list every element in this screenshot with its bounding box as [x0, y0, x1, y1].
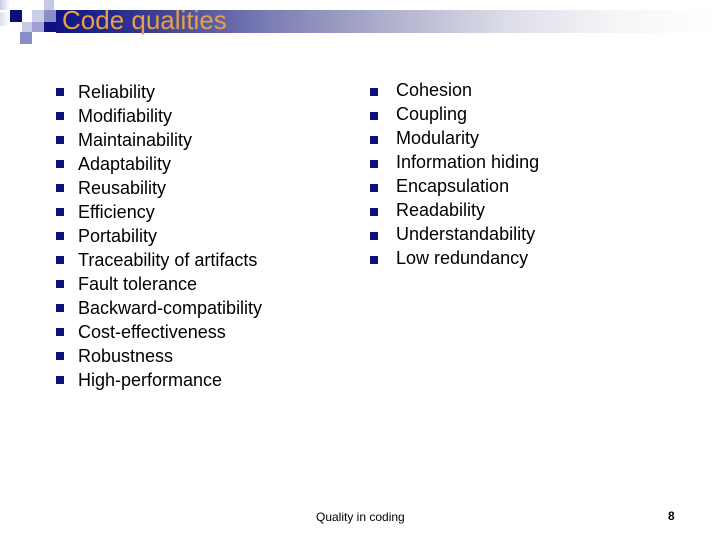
- square-bullet-icon: [370, 136, 378, 144]
- square-bullet-icon: [56, 160, 64, 168]
- list-item-text: High-performance: [78, 370, 223, 390]
- list-item-text: Traceability of artifacts: [78, 250, 258, 270]
- list-item-text: Coupling: [396, 104, 468, 124]
- square-bullet-icon: [56, 208, 64, 216]
- decorative-square: [0, 12, 10, 26]
- list-item-text: Adaptability: [78, 154, 172, 174]
- square-bullet-icon: [56, 184, 64, 192]
- square-bullet-icon: [56, 136, 64, 144]
- decorative-square: [22, 22, 32, 32]
- list-item-text: Portability: [78, 226, 158, 246]
- list-item-text: Cohesion: [396, 80, 473, 100]
- list-item-text: Encapsulation: [396, 176, 510, 196]
- list-item-text: Fault tolerance: [78, 274, 198, 294]
- square-bullet-icon: [370, 208, 378, 216]
- decorative-square: [0, 0, 10, 10]
- decorative-square: [20, 32, 32, 44]
- list-item-text: Readability: [396, 200, 486, 220]
- footer-text: Quality in coding: [316, 510, 405, 524]
- square-bullet-icon: [56, 352, 64, 360]
- decorative-square: [32, 10, 44, 22]
- decorative-square: [10, 10, 22, 22]
- square-bullet-icon: [56, 256, 64, 264]
- list-item-text: Modularity: [396, 128, 480, 148]
- page-number: 8: [668, 509, 675, 523]
- list-item-text: Maintainability: [78, 130, 193, 150]
- slide-title: Code qualities: [62, 5, 227, 35]
- decorative-square: [44, 0, 54, 10]
- square-bullet-icon: [370, 88, 378, 96]
- decorative-square: [44, 10, 56, 22]
- list-item-text: Reusability: [78, 178, 167, 198]
- list-item-text: Information hiding: [396, 152, 540, 172]
- list-item-text: Understandability: [396, 224, 536, 244]
- square-bullet-icon: [56, 328, 64, 336]
- slide: Code qualities Reliability Modifiability M…: [0, 0, 720, 540]
- square-bullet-icon: [56, 304, 64, 312]
- list-item-text: Reliability: [78, 82, 156, 102]
- list-item-text: Cost-effectiveness: [78, 322, 226, 342]
- decorative-square: [44, 22, 56, 32]
- square-bullet-icon: [370, 160, 378, 168]
- list-item-text: Low redundancy: [396, 248, 529, 268]
- square-bullet-icon: [56, 280, 64, 288]
- list-item-text: Backward-compatibility: [78, 298, 263, 318]
- decorative-square: [32, 22, 44, 32]
- square-bullet-icon: [56, 112, 64, 120]
- square-bullet-icon: [56, 88, 64, 96]
- square-bullet-icon: [56, 376, 64, 384]
- square-bullet-icon: [370, 232, 378, 240]
- square-bullet-icon: [370, 112, 378, 120]
- square-bullet-icon: [370, 184, 378, 192]
- square-bullet-icon: [370, 256, 378, 264]
- list-item-text: Efficiency: [78, 202, 155, 222]
- list-item-text: Modifiability: [78, 106, 173, 126]
- square-bullet-icon: [56, 232, 64, 240]
- list-item-text: Robustness: [78, 346, 174, 366]
